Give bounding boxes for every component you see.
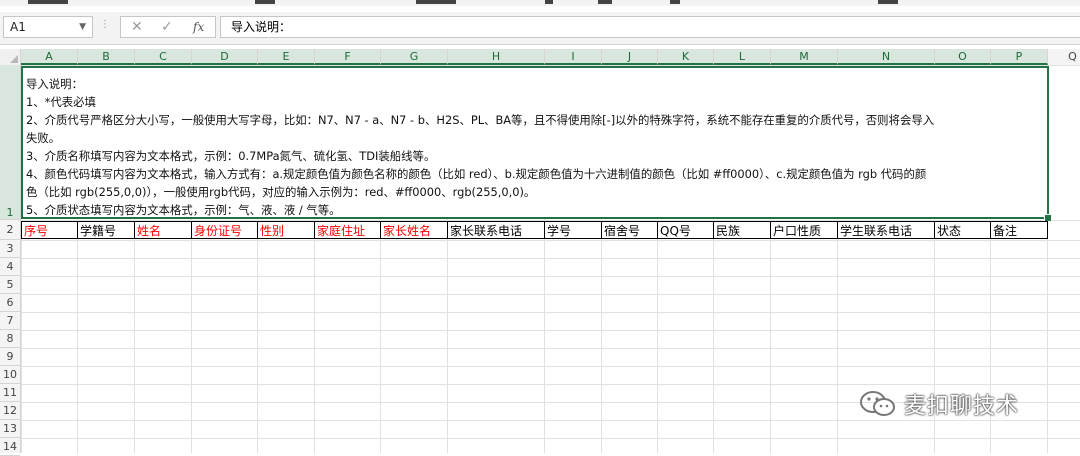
header-cell[interactable]: 备注 (991, 221, 1048, 239)
formula-bar: A1 ▼ ⋮ ✕ ✓ fx 导入说明： (0, 12, 1080, 45)
name-box-value: A1 (10, 20, 26, 34)
instruction-line: 4、颜色代码填写内容为文本格式，输入方式有：a.规定颜色值为颜色名称的颜色（比如… (26, 167, 927, 181)
instruction-line: 2、介质代号严格区分大小写，一般使用大写字母，比如：N7、N7 - a、N7 -… (26, 113, 935, 127)
header-cell[interactable]: 序号 (21, 221, 78, 239)
instruction-line: 色（比如 rgb(255,0,0)），一般使用rgb代码，对应的输入示例为：re… (26, 185, 536, 199)
cancel-icon[interactable]: ✕ (131, 17, 143, 37)
column-header-k[interactable]: K (658, 49, 714, 65)
row-header-14[interactable]: 14 (0, 438, 20, 456)
column-header-q[interactable]: Q (1048, 49, 1080, 65)
row-header-12[interactable]: 12 (0, 402, 20, 420)
column-header-a[interactable]: A (21, 49, 78, 65)
enter-icon[interactable]: ✓ (161, 17, 173, 37)
row-header-13[interactable]: 13 (0, 420, 20, 438)
column-header-e[interactable]: E (258, 49, 315, 65)
column-header-i[interactable]: I (545, 49, 602, 65)
formula-buttons: ✕ ✓ fx (120, 16, 216, 38)
header-cell[interactable]: 姓名 (135, 221, 192, 239)
row-header-2[interactable]: 2 (0, 220, 20, 240)
column-header-m[interactable]: M (771, 49, 838, 65)
header-cell[interactable]: 家庭住址 (315, 221, 381, 239)
header-cell[interactable]: 学号 (545, 221, 602, 239)
resize-grip-icon[interactable]: ⋮ (100, 20, 110, 32)
chevron-down-icon[interactable]: ▼ (79, 17, 86, 37)
row-header-8[interactable]: 8 (0, 330, 20, 348)
instruction-line: 3、介质名称填写内容为文本格式，示例：0.7MPa氮气、硫化氢、TDI装船线等。 (26, 149, 436, 163)
header-cell[interactable]: 家长联系电话 (448, 221, 545, 239)
column-header-b[interactable]: B (78, 49, 135, 65)
watermark: 麦扣聊技术 (858, 387, 1019, 421)
row-header-11[interactable]: 11 (0, 384, 20, 402)
ribbon-remnant (0, 0, 1080, 6)
row-header-3[interactable]: 3 (0, 240, 20, 258)
row-header-7[interactable]: 7 (0, 312, 20, 330)
column-headers: A B C D E F G H I J K L M N O P Q (0, 49, 1080, 66)
header-cell[interactable]: 学生联系电话 (838, 221, 935, 239)
column-header-p[interactable]: P (991, 49, 1048, 65)
column-header-l[interactable]: L (714, 49, 771, 65)
instruction-line: 1、*代表必填 (26, 95, 96, 109)
row-header-6[interactable]: 6 (0, 294, 20, 312)
column-header-f[interactable]: F (315, 49, 381, 65)
row-header-9[interactable]: 9 (0, 348, 20, 366)
watermark-text: 麦扣聊技术 (904, 394, 1020, 419)
header-cell[interactable]: 身份证号 (192, 221, 258, 239)
row-headers: 1 2 3 4 5 6 7 8 9 10 11 12 13 14 (0, 65, 21, 456)
column-header-o[interactable]: O (935, 49, 991, 65)
instructions-cell[interactable]: 导入说明： 1、*代表必填 2、介质代号严格区分大小写，一般使用大写字母，比如：… (21, 66, 1049, 219)
select-all-button[interactable] (0, 49, 21, 65)
header-cell[interactable]: 民族 (714, 221, 771, 239)
header-cell[interactable]: 宿舍号 (602, 221, 658, 239)
instruction-line: 5、介质状态填写内容为文本格式，示例：气、液、液 / 气等。 (26, 203, 341, 217)
formula-input[interactable]: 导入说明： (220, 16, 1080, 38)
column-header-j[interactable]: J (602, 49, 658, 65)
column-header-h[interactable]: H (448, 49, 545, 65)
row-header-4[interactable]: 4 (0, 258, 20, 276)
row-header-1[interactable]: 1 (0, 65, 20, 220)
header-cell[interactable]: 户口性质 (771, 221, 838, 239)
instruction-line: 失败。 (26, 131, 61, 145)
name-box[interactable]: A1 ▼ (3, 16, 93, 38)
header-cell[interactable]: 性别 (258, 221, 315, 239)
row-header-10[interactable]: 10 (0, 366, 20, 384)
header-cell[interactable]: 状态 (935, 221, 991, 239)
wechat-icon (860, 391, 895, 416)
header-cell[interactable]: 家长姓名 (381, 221, 448, 239)
insert-function-icon[interactable]: fx (193, 17, 204, 37)
instruction-line: 导入说明： (26, 77, 83, 91)
column-header-c[interactable]: C (135, 49, 192, 65)
row-header-5[interactable]: 5 (0, 276, 20, 294)
column-header-d[interactable]: D (192, 49, 258, 65)
header-cell[interactable]: QQ号 (658, 221, 714, 239)
column-header-g[interactable]: G (381, 49, 448, 65)
column-header-n[interactable]: N (838, 49, 935, 65)
header-cell[interactable]: 学籍号 (78, 221, 135, 239)
